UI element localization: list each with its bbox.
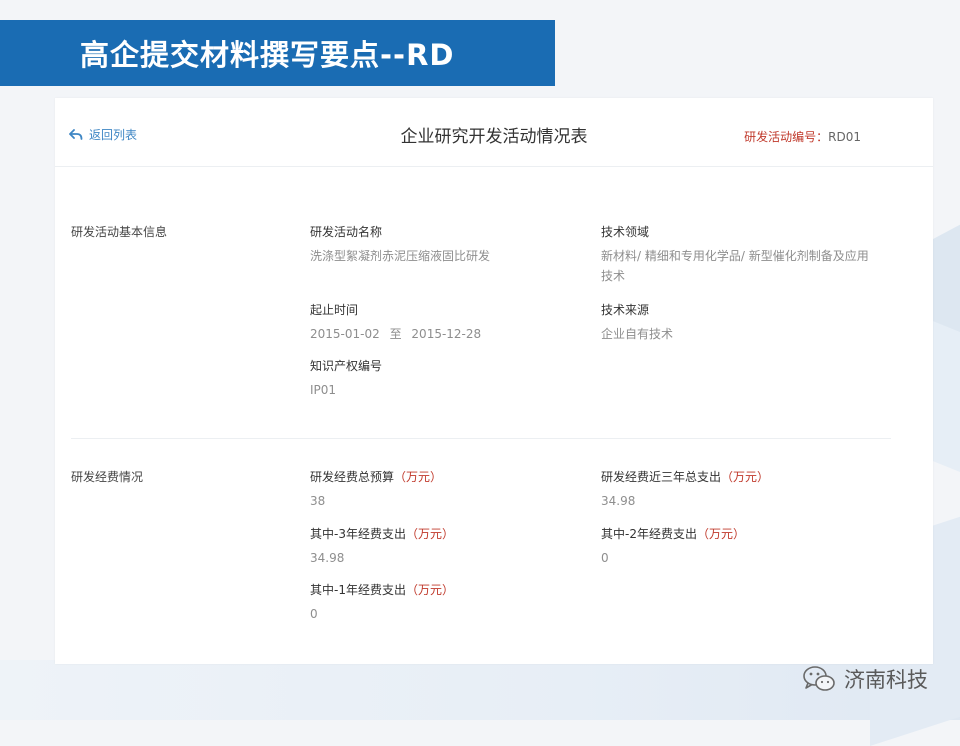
- watermark-text: 济南科技: [844, 668, 928, 692]
- field-value: 新材料/ 精细和专用化学品/ 新型催化剂制备及应用技术: [601, 249, 869, 283]
- field-value: 企业自有技术: [601, 327, 674, 341]
- field-label: 研发活动名称: [310, 225, 383, 239]
- wechat-icon: [803, 666, 835, 691]
- field-year-minus-3: 其中-3年经费支出（万元） 34.98: [310, 526, 580, 568]
- field-label-text: 研发经费近三年总支出: [601, 470, 722, 484]
- field-ip-number: 知识产权编号 IP01: [310, 358, 580, 400]
- field-label: 技术来源: [601, 303, 650, 317]
- unit-label: （万元）: [405, 527, 454, 541]
- field-label: 其中-1年经费支出（万元）: [310, 582, 580, 598]
- field-value: 34.98: [310, 551, 345, 565]
- field-value: IP01: [310, 383, 337, 397]
- field-label: 知识产权编号: [310, 359, 383, 373]
- watermark: 济南科技: [802, 664, 928, 694]
- field-label-text: 其中-2年经费支出: [601, 527, 697, 541]
- slide-title: 高企提交材料撰写要点--RD: [80, 38, 455, 72]
- card-header: 返回列表 企业研究开发活动情况表 研发活动编号：RD01: [55, 98, 933, 167]
- section-label-basic-info: 研发活动基本信息: [71, 225, 168, 239]
- field-value: 洗涤型絮凝剂赤泥压缩液固比研发: [310, 249, 491, 263]
- field-value: 34.98: [601, 494, 636, 508]
- field-label-text: 其中-3年经费支出: [310, 527, 406, 541]
- field-value: 2015-01-02 至 2015-12-28: [310, 324, 580, 344]
- field-year-minus-1: 其中-1年经费支出（万元） 0: [310, 582, 580, 624]
- unit-label: （万元）: [696, 527, 745, 541]
- rd-number-value: RD01: [828, 130, 861, 144]
- field-label: 研发经费总预算（万元）: [310, 469, 580, 485]
- unit-label: （万元）: [405, 583, 454, 597]
- period-separator: 至: [389, 327, 402, 341]
- field-total-budget: 研发经费总预算（万元） 38: [310, 469, 580, 511]
- field-year-minus-2: 其中-2年经费支出（万元） 0: [601, 526, 871, 568]
- field-value: 0: [310, 607, 318, 621]
- field-label-text: 其中-1年经费支出: [310, 583, 406, 597]
- period-end: 2015-12-28: [411, 327, 482, 341]
- section-divider: [71, 438, 891, 439]
- field-three-year-total: 研发经费近三年总支出（万元） 34.98: [601, 469, 871, 511]
- field-tech-source: 技术来源 企业自有技术: [601, 302, 871, 344]
- section-label-funding: 研发经费情况: [71, 470, 144, 484]
- field-label-text: 研发经费总预算: [310, 470, 395, 484]
- field-period: 起止时间 2015-01-02 至 2015-12-28: [310, 302, 580, 344]
- field-label: 其中-3年经费支出（万元）: [310, 526, 580, 542]
- rd-number: 研发活动编号：RD01: [744, 128, 861, 145]
- rd-number-label: 研发活动编号：: [744, 130, 829, 144]
- field-label: 起止时间: [310, 303, 359, 317]
- field-activity-name: 研发活动名称 洗涤型絮凝剂赤泥压缩液固比研发: [310, 224, 580, 266]
- field-label: 研发经费近三年总支出（万元）: [601, 469, 871, 485]
- field-tech-field: 技术领域 新材料/ 精细和专用化学品/ 新型催化剂制备及应用技术: [601, 224, 871, 286]
- unit-label: （万元）: [394, 470, 443, 484]
- rd-activity-card: 返回列表 企业研究开发活动情况表 研发活动编号：RD01 研发活动基本信息 研发…: [55, 98, 933, 664]
- period-start: 2015-01-02: [310, 327, 380, 341]
- field-value: 38: [310, 494, 326, 508]
- unit-label: （万元）: [721, 470, 770, 484]
- field-value: 0: [601, 551, 609, 565]
- field-label: 技术领域: [601, 225, 650, 239]
- field-label: 其中-2年经费支出（万元）: [601, 526, 871, 542]
- slide-title-banner: 高企提交材料撰写要点--RD: [0, 20, 555, 86]
